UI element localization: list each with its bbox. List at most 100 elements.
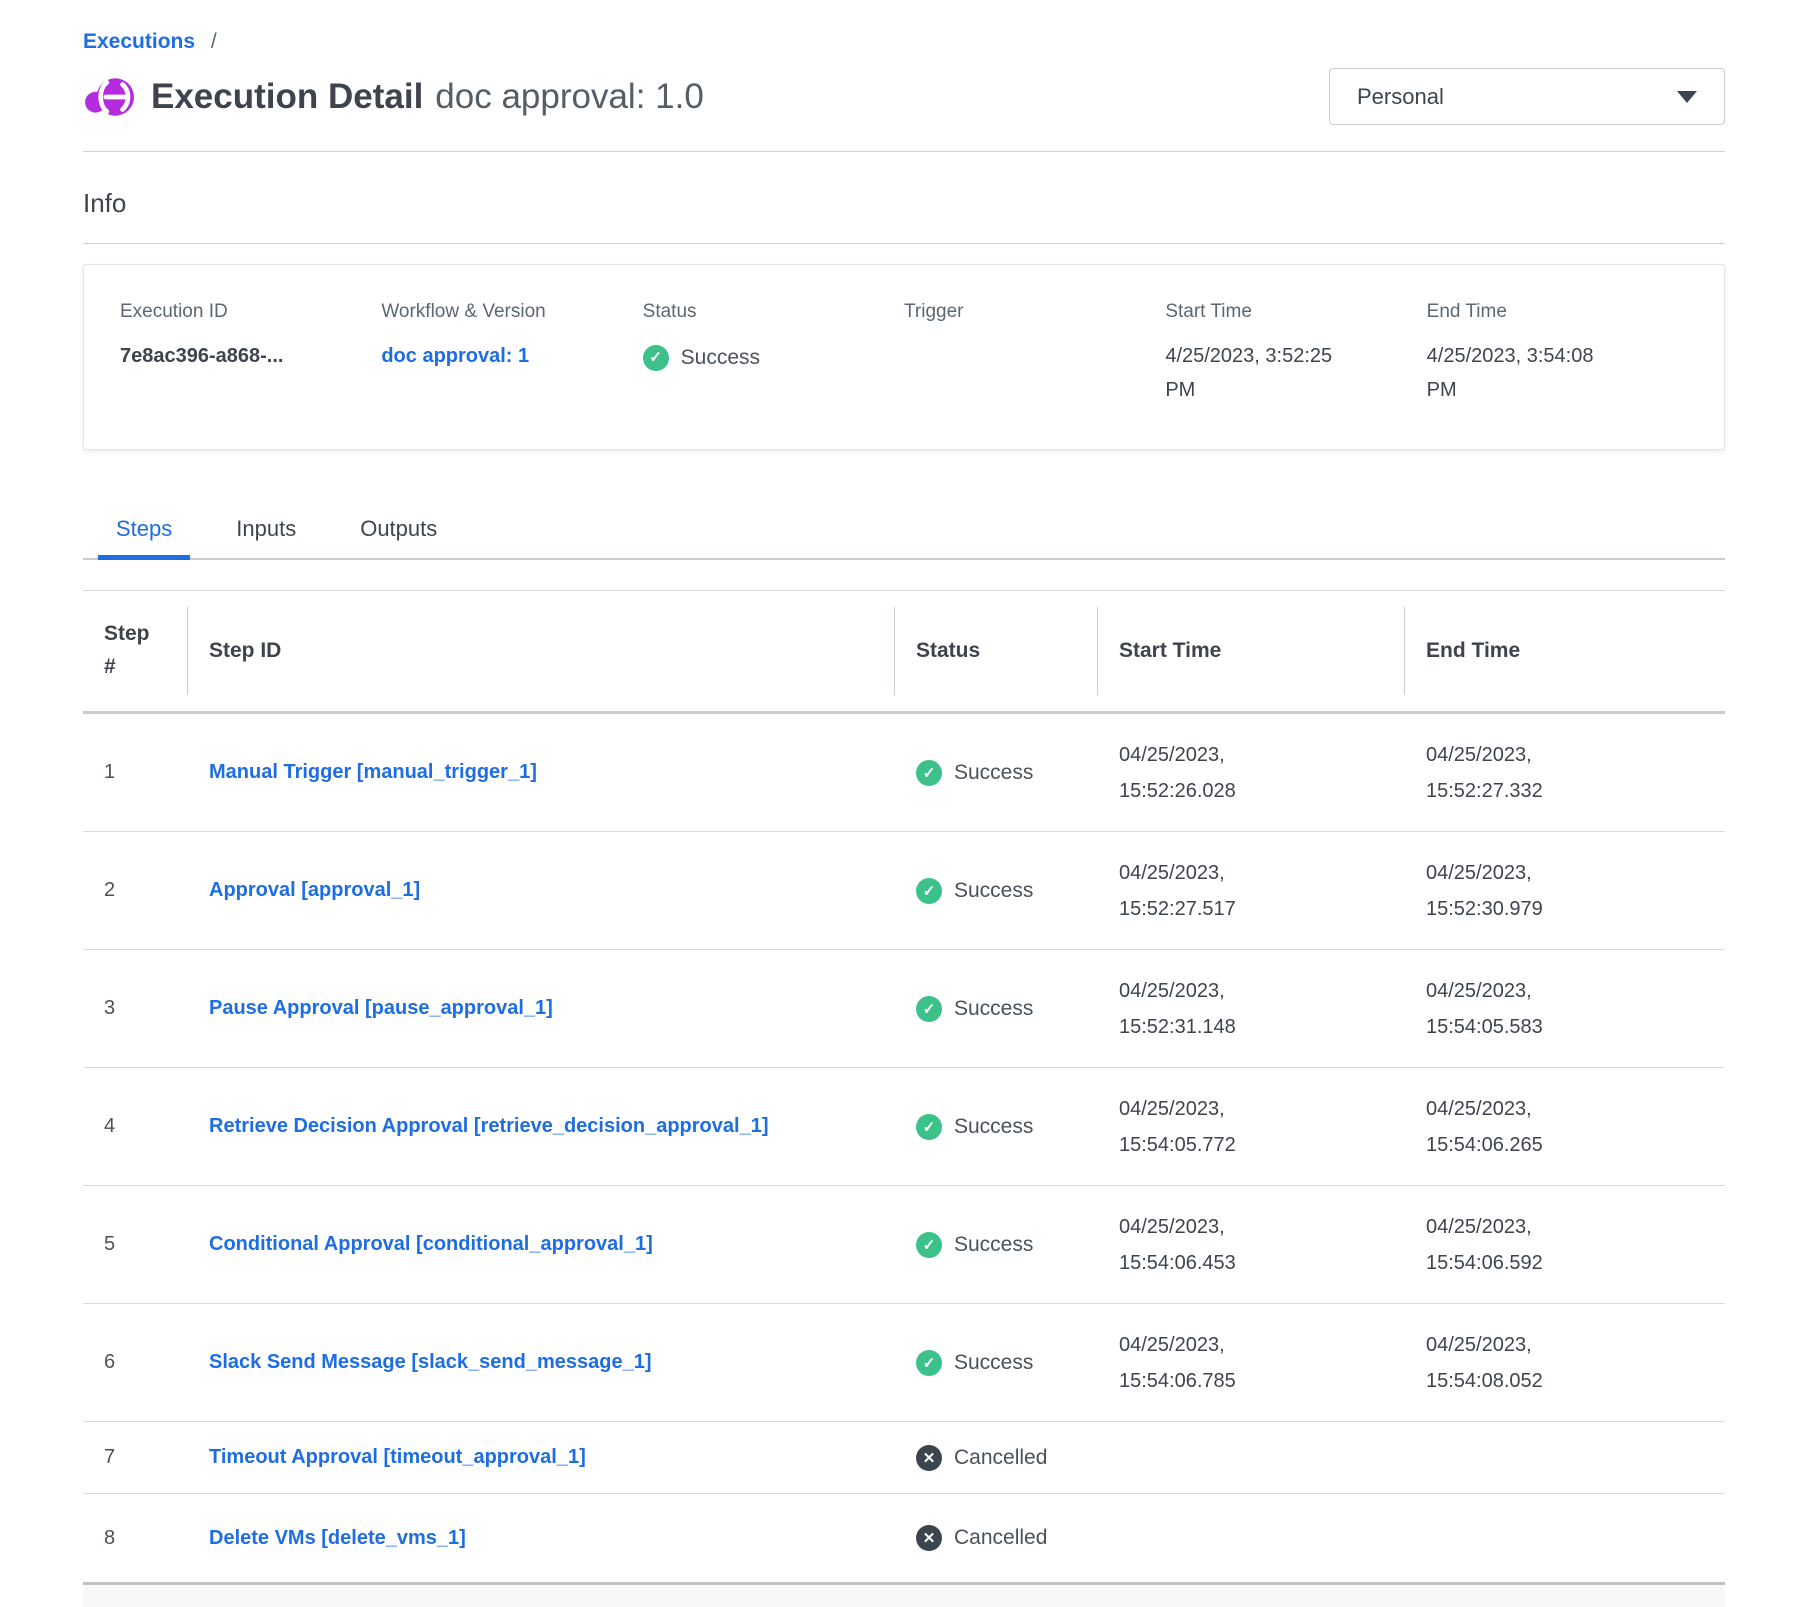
info-field-label: Workflow & Version: [381, 301, 642, 323]
step-id-link[interactable]: Slack Send Message [slack_send_message_1…: [209, 1345, 651, 1380]
step-number: 4: [83, 1115, 188, 1138]
tab-outputs[interactable]: Outputs: [342, 508, 455, 558]
info-field-value: 4/25/2023, 3:52:25 PM: [1165, 339, 1355, 407]
info-field-value: 7e8ac396-a868-...: [120, 339, 381, 373]
status-badge: ✓Success: [916, 1232, 1033, 1258]
info-field-label: Trigger: [904, 301, 1165, 323]
start-time-cell: 04/25/2023, 15:54:06.453: [1098, 1209, 1263, 1281]
table-footer: [83, 1585, 1725, 1607]
step-id-cell: Manual Trigger [manual_trigger_1]: [188, 755, 895, 790]
tab-inputs[interactable]: Inputs: [218, 508, 314, 558]
workflow-version-link[interactable]: doc approval: 1: [381, 345, 529, 367]
divider: [83, 151, 1725, 152]
step-id-link[interactable]: Pause Approval [pause_approval_1]: [209, 991, 553, 1026]
end-time-cell: 04/25/2023, 15:54:06.592: [1405, 1209, 1570, 1281]
status-cell: ✕ Cancelled: [895, 1525, 1098, 1551]
step-id-link[interactable]: Conditional Approval [conditional_approv…: [209, 1227, 653, 1262]
table-row: 5 Conditional Approval [conditional_appr…: [83, 1186, 1725, 1304]
breadcrumb-executions-link[interactable]: Executions: [83, 30, 195, 53]
step-id-cell: Approval [approval_1]: [188, 873, 895, 908]
start-time-cell: 04/25/2023, 15:52:26.028: [1098, 737, 1263, 809]
step-id-cell: Conditional Approval [conditional_approv…: [188, 1227, 895, 1262]
start-time-cell: 04/25/2023, 15:52:31.148: [1098, 973, 1263, 1045]
end-time-cell: 04/25/2023, 15:54:08.052: [1405, 1327, 1570, 1399]
column-header-start-time: Start Time: [1098, 591, 1405, 711]
status-cell: ✓ Success: [895, 878, 1098, 904]
status-cell: ✓Success: [895, 1232, 1098, 1258]
success-check-icon: ✓: [916, 760, 942, 786]
breadcrumb-separator: /: [211, 30, 217, 53]
step-number: 5: [83, 1233, 188, 1256]
breadcrumb: Executions /: [83, 0, 1725, 54]
status-badge: ✓ Success: [643, 340, 760, 376]
step-id-cell: Retrieve Decision Approval [retrieve_dec…: [188, 1109, 895, 1144]
divider: [83, 243, 1725, 244]
status-cell: ✓Success: [895, 996, 1098, 1022]
end-time-cell: 04/25/2023, 15:54:06.265: [1405, 1091, 1570, 1163]
workflow-name-subtitle: doc approval: 1.0: [435, 77, 704, 116]
success-check-icon: ✓: [916, 1232, 942, 1258]
step-id-link[interactable]: Retrieve Decision Approval [retrieve_dec…: [209, 1109, 768, 1144]
scope-select-value: Personal: [1357, 84, 1444, 110]
status-cell: ✓ Success: [895, 760, 1098, 786]
success-check-icon: ✓: [916, 1350, 942, 1376]
info-field: Execution ID 7e8ac396-a868-...: [120, 301, 381, 407]
success-check-icon: ✓: [643, 345, 669, 371]
end-time-cell: 04/25/2023, 15:54:05.583: [1405, 973, 1570, 1045]
success-check-icon: ✓: [916, 1114, 942, 1140]
step-id-link[interactable]: Approval [approval_1]: [209, 873, 420, 908]
table-row: 4 Retrieve Decision Approval [retrieve_d…: [83, 1068, 1725, 1186]
step-number: 6: [83, 1351, 188, 1374]
cancelled-x-icon: ✕: [916, 1525, 942, 1551]
tab-steps[interactable]: Steps: [98, 508, 190, 558]
status-label: Success: [954, 879, 1033, 903]
info-field-label: Execution ID: [120, 301, 381, 323]
scope-select[interactable]: Personal: [1329, 68, 1725, 125]
status-badge: ✓ Success: [916, 760, 1033, 786]
step-number: 2: [83, 879, 188, 902]
column-header-step-: Step #: [83, 591, 188, 711]
steps-table-body: 1 Manual Trigger [manual_trigger_1] ✓ Suc…: [83, 714, 1725, 1582]
table-row: 6 Slack Send Message [slack_send_message…: [83, 1304, 1725, 1422]
info-field-value: ✓ Success: [643, 339, 833, 376]
step-id-cell: Delete VMs [delete_vms_1]: [188, 1521, 895, 1556]
info-field-label: Start Time: [1165, 301, 1426, 323]
title-row: Execution Detail doc approval: 1.0 Person…: [83, 68, 1725, 125]
table-row: 2 Approval [approval_1] ✓ Success 04/25/2…: [83, 832, 1725, 950]
steps-table-header: Step #Step IDStatusStart TimeEnd Time: [83, 591, 1725, 714]
status-label: Cancelled: [954, 1446, 1047, 1470]
step-number: 8: [83, 1527, 188, 1550]
chevron-down-icon: [1677, 91, 1697, 103]
step-id-link[interactable]: Delete VMs [delete_vms_1]: [209, 1521, 466, 1556]
info-card: Execution ID 7e8ac396-a868-... Workflow …: [83, 264, 1725, 450]
status-badge: ✓ Success: [916, 1114, 1033, 1140]
step-number: 1: [83, 761, 188, 784]
step-id-cell: Slack Send Message [slack_send_message_1…: [188, 1345, 895, 1380]
success-check-icon: ✓: [916, 878, 942, 904]
step-id-cell: Pause Approval [pause_approval_1]: [188, 991, 895, 1026]
column-header-status: Status: [895, 591, 1098, 711]
step-id-link[interactable]: Manual Trigger [manual_trigger_1]: [209, 755, 537, 790]
status-badge: ✓Success: [916, 996, 1033, 1022]
info-field-value: 4/25/2023, 3:54:08 PM: [1427, 339, 1617, 407]
step-id-link[interactable]: Timeout Approval [timeout_approval_1]: [209, 1440, 586, 1475]
info-field: Trigger: [904, 301, 1165, 407]
success-check-icon: ✓: [916, 996, 942, 1022]
info-field-label: End Time: [1427, 301, 1688, 323]
info-field: Workflow & Version doc approval: 1: [381, 301, 642, 407]
info-field-label: Status: [643, 301, 904, 323]
page-title: Execution Detail: [151, 77, 423, 116]
info-field: Status ✓ Success: [643, 301, 904, 407]
status-badge: ✓Success: [916, 1350, 1033, 1376]
status-label: Success: [681, 340, 760, 376]
status-label: Cancelled: [954, 1526, 1047, 1550]
execution-detail-page: Executions / Execution Detail doc approva…: [0, 0, 1808, 1607]
status-label: Success: [954, 1115, 1033, 1139]
table-row: 8 Delete VMs [delete_vms_1] ✕ Cancelled: [83, 1494, 1725, 1582]
step-id-cell: Timeout Approval [timeout_approval_1]: [188, 1440, 895, 1475]
column-header-step-id: Step ID: [188, 591, 895, 711]
end-time-cell: 04/25/2023, 15:52:30.979: [1405, 855, 1570, 927]
status-label: Success: [954, 761, 1033, 785]
table-row: 3 Pause Approval [pause_approval_1] ✓Suc…: [83, 950, 1725, 1068]
step-number: 7: [83, 1446, 188, 1469]
